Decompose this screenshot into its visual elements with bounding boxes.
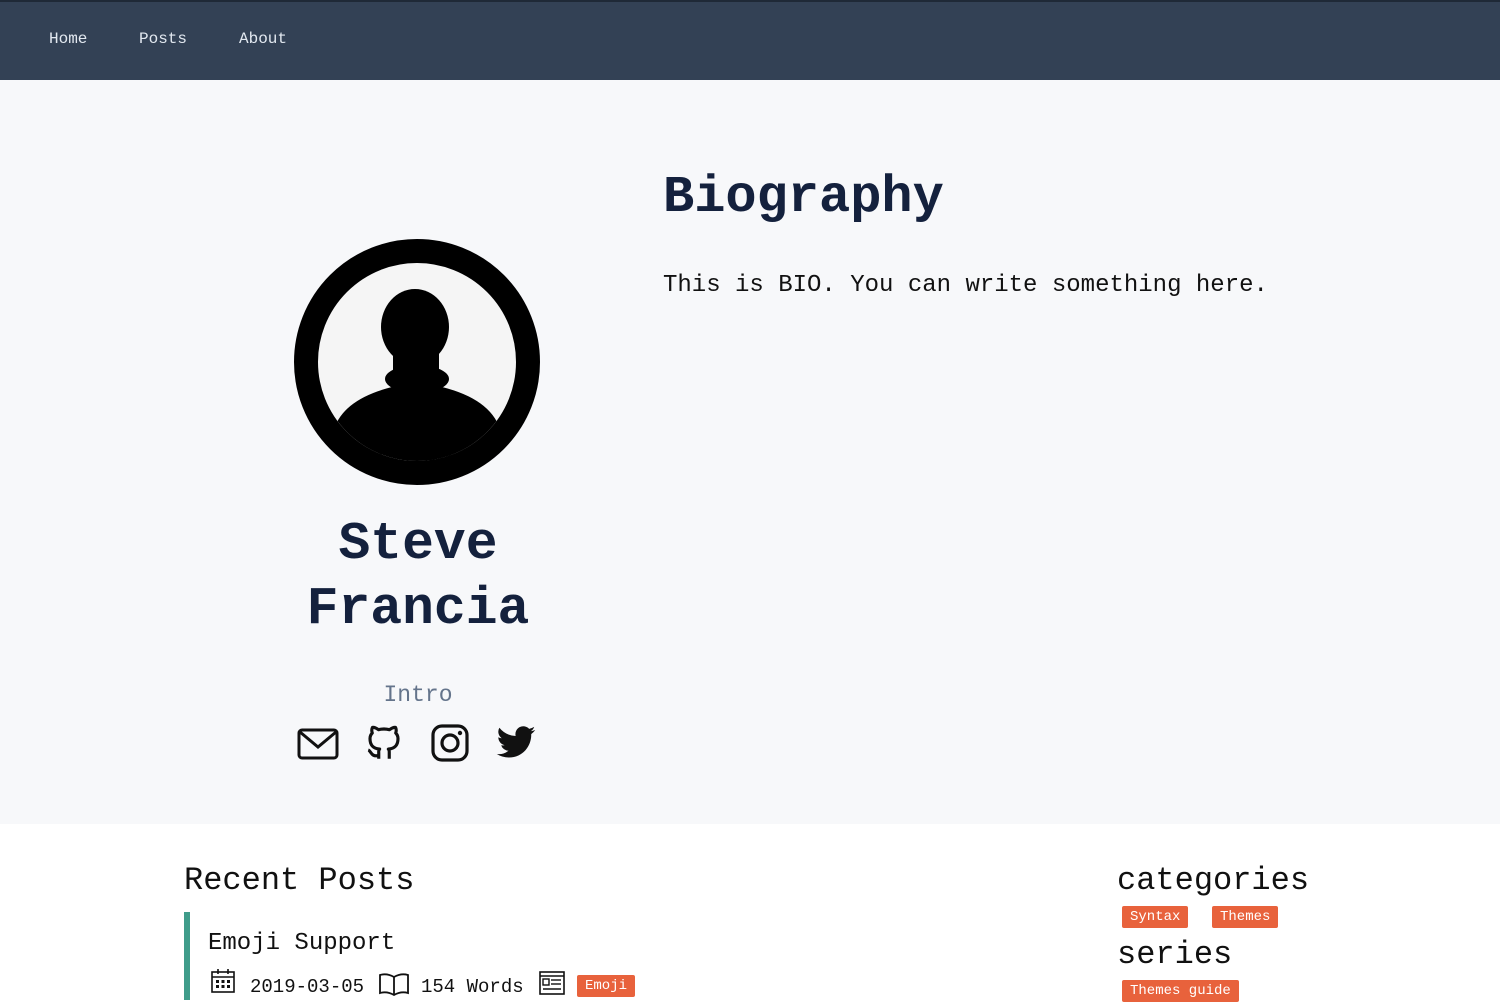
author-last-name: Francia <box>306 579 530 639</box>
author-first-name: Steve <box>338 514 498 574</box>
series-tag-themes-guide[interactable]: Themes guide <box>1122 980 1239 1002</box>
email-icon[interactable] <box>297 722 339 764</box>
calendar-icon <box>211 969 235 993</box>
categories-title: categories <box>1117 862 1310 899</box>
bio-text: This is BIO. You can write something her… <box>663 272 1268 299</box>
book-icon <box>379 973 409 996</box>
instagram-icon[interactable] <box>429 722 471 764</box>
nav-home-link[interactable]: Home <box>49 30 87 48</box>
github-icon[interactable] <box>363 722 405 764</box>
recent-posts-title: Recent Posts <box>184 862 415 899</box>
post-title[interactable]: Emoji Support <box>208 930 395 957</box>
archive-icon <box>539 971 565 995</box>
author-intro: Intro <box>383 682 453 708</box>
top-navbar: Home Posts About <box>0 0 1500 80</box>
avatar <box>294 239 540 485</box>
post-date: 2019-03-05 <box>250 976 365 998</box>
post-tag-emoji[interactable]: Emoji <box>577 975 636 997</box>
post-word-count: 154 Words <box>421 976 524 998</box>
author-name: Steve Francia <box>250 512 586 642</box>
nav-about-link[interactable]: About <box>239 30 287 48</box>
post-accent-bar <box>184 912 190 1000</box>
category-tag-syntax[interactable]: Syntax <box>1122 906 1189 928</box>
series-title: series <box>1117 936 1233 973</box>
twitter-icon[interactable] <box>495 722 537 764</box>
category-tag-themes[interactable]: Themes <box>1212 906 1279 928</box>
bio-title: Biography <box>663 168 944 227</box>
nav-posts-link[interactable]: Posts <box>139 30 187 48</box>
